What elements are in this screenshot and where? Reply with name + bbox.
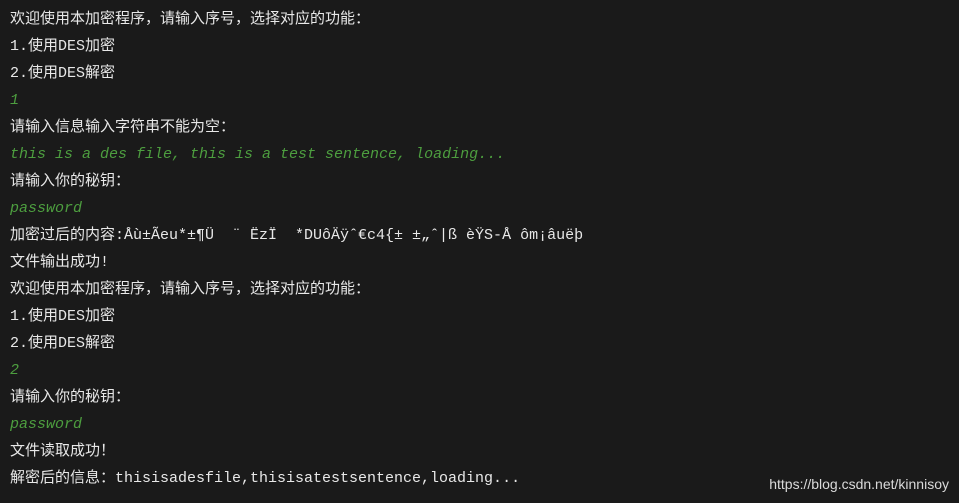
output-line: 文件读取成功！ bbox=[10, 438, 949, 465]
output-line: 1.使用DES加密 bbox=[10, 303, 949, 330]
user-input-line: password bbox=[10, 195, 949, 222]
output-line: 1.使用DES加密 bbox=[10, 33, 949, 60]
output-line: 请输入你的秘钥： bbox=[10, 168, 949, 195]
user-input-line: 1 bbox=[10, 87, 949, 114]
output-line: 请输入你的秘钥： bbox=[10, 384, 949, 411]
output-line: 加密过后的内容:Åù±Ãeu*±¶Ü ¨ ËzÏ *DUôÄÿˆ€c4{± ±„… bbox=[10, 222, 949, 249]
output-line: 欢迎使用本加密程序，请输入序号，选择对应的功能： bbox=[10, 276, 949, 303]
output-line: 欢迎使用本加密程序，请输入序号，选择对应的功能： bbox=[10, 6, 949, 33]
user-input-line: 2 bbox=[10, 357, 949, 384]
watermark-text: https://blog.csdn.net/kinnisoy bbox=[769, 472, 949, 497]
output-line: 请输入信息输入字符串不能为空： bbox=[10, 114, 949, 141]
output-line: 文件输出成功! bbox=[10, 249, 949, 276]
output-line: 2.使用DES解密 bbox=[10, 60, 949, 87]
terminal-output: 欢迎使用本加密程序，请输入序号，选择对应的功能：1.使用DES加密2.使用DES… bbox=[10, 6, 949, 492]
user-input-line: this is a des file, this is a test sente… bbox=[10, 141, 949, 168]
output-line: 2.使用DES解密 bbox=[10, 330, 949, 357]
user-input-line: password bbox=[10, 411, 949, 438]
